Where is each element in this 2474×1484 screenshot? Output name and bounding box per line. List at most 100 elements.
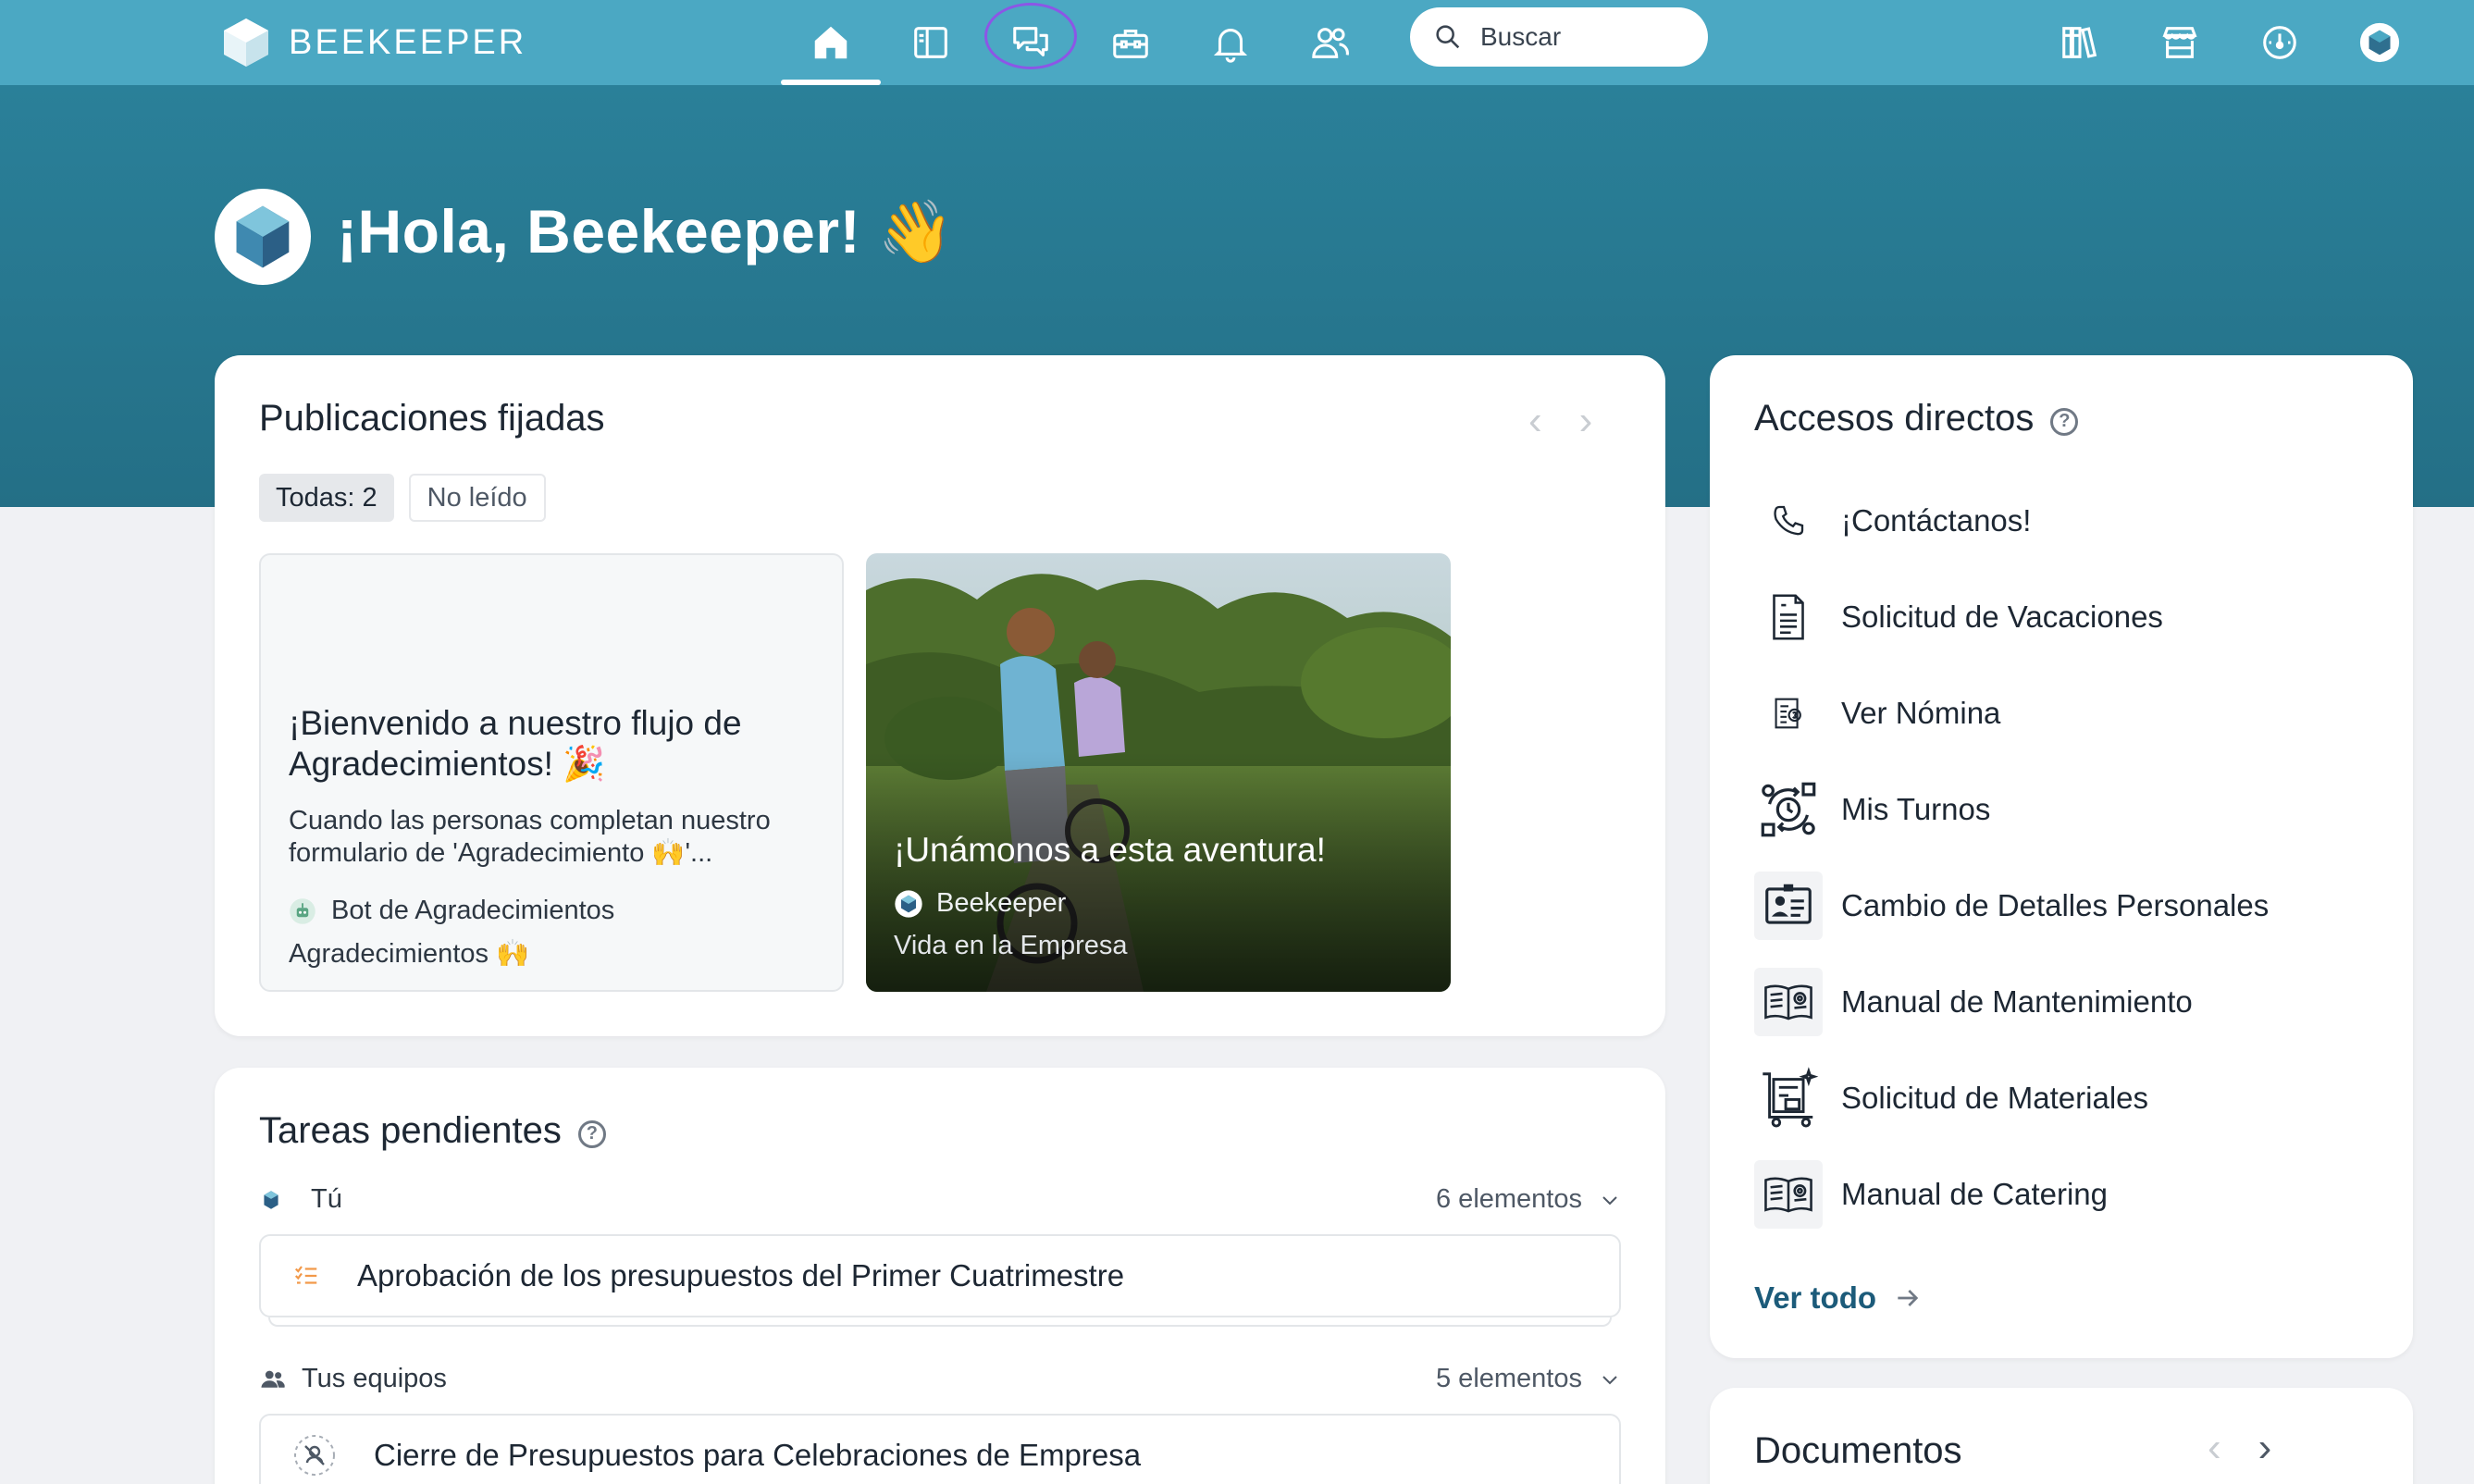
shortcut-label: ¡Contáctanos! [1841, 503, 2032, 538]
pending-tasks-title: Tareas pendientes? [259, 1110, 606, 1152]
see-all-label: Ver todo [1754, 1280, 1877, 1315]
shortcut-personal-details[interactable]: Cambio de Detalles Personales [1754, 872, 2269, 940]
dashboard-icon[interactable] [2246, 9, 2313, 76]
library-icon[interactable] [2047, 9, 2113, 76]
people-icon[interactable] [1297, 9, 1364, 76]
task-item[interactable]: Cierre de Presupuestos para Celebracione… [259, 1414, 1621, 1484]
post-author-name: Bot de Agradecimientos [331, 896, 615, 925]
task-group-count[interactable]: 5 elementos [1436, 1364, 1621, 1394]
home-icon[interactable] [798, 9, 864, 76]
filter-all-chip[interactable]: Todas: 2 [259, 474, 394, 522]
chevron-down-icon [1602, 1195, 1617, 1205]
shortcut-payslip[interactable]: Ver Nómina [1754, 679, 2000, 748]
chevron-right-icon[interactable]: › [1579, 398, 1593, 444]
post-author: Bot de Agradecimientos [289, 896, 614, 926]
shortcut-label: Solicitud de Vacaciones [1841, 600, 2163, 634]
documents-title: Documentos [1754, 1430, 1962, 1471]
top-navigation-bar: BEEKEEPER [0, 0, 2474, 85]
document-icon [1754, 583, 1823, 651]
team-icon [261, 1370, 285, 1388]
shortcut-label: Mis Turnos [1841, 792, 1991, 826]
chevron-right-icon[interactable]: › [2258, 1425, 2272, 1471]
post-excerpt: Cuando las personas completan nuestro fo… [289, 806, 771, 868]
manual-icon [1754, 1160, 1823, 1229]
help-icon[interactable]: ? [2050, 407, 2079, 436]
brand-name: BEEKEEPER [289, 22, 527, 62]
pinned-post-card[interactable]: ¡Unámonos a esta aventura! Beekeeper Vid… [866, 553, 1451, 992]
task-group-header[interactable]: Tus equipos 5 elementos [259, 1364, 1621, 1394]
task-title: Aprobación de los presupuestos del Prime… [357, 1258, 1125, 1292]
shortcut-label: Manual de Mantenimiento [1841, 984, 2193, 1019]
pinned-post-card[interactable]: ¡Bienvenido a nuestro flujo de Agradecim… [259, 553, 844, 992]
pending-tasks-card: Tareas pendientes? Tú 6 elementos Aproba… [215, 1068, 1665, 1484]
beekeeper-avatar-icon [895, 889, 922, 918]
search-icon [1436, 25, 1460, 49]
shortcuts-title-text: Accesos directos [1754, 398, 2035, 439]
pinned-posts-card: Publicaciones fijadas ‹ › Todas: 2 No le… [215, 355, 1665, 1036]
shortcut-contact[interactable]: ¡Contáctanos! [1754, 487, 2031, 555]
task-stack-edge [268, 1317, 1612, 1327]
sidebar-icon[interactable] [897, 9, 964, 76]
shortcut-catering-manual[interactable]: Manual de Catering [1754, 1160, 2108, 1229]
shortcut-label: Solicitud de Materiales [1841, 1081, 2148, 1115]
pending-tasks-title-text: Tareas pendientes [259, 1110, 562, 1151]
unassigned-user-icon [294, 1435, 335, 1476]
task-item[interactable]: Aprobación de los presupuestos del Prime… [259, 1234, 1621, 1317]
avatar[interactable] [2346, 9, 2413, 76]
search-box[interactable] [1410, 7, 1708, 67]
post-group: Agradecimientos 🙌 [289, 939, 530, 969]
documents-pager: ‹ › [2208, 1425, 2271, 1471]
toolbox-icon[interactable] [1097, 9, 1164, 76]
shortcut-vacation-request[interactable]: Solicitud de Vacaciones [1754, 583, 2163, 651]
company-avatar [215, 189, 311, 285]
task-group-count-text: 5 elementos [1436, 1364, 1582, 1393]
chat-icon[interactable] [997, 9, 1064, 76]
shortcut-maintenance-manual[interactable]: Manual de Mantenimiento [1754, 968, 2193, 1036]
task-group-header[interactable]: Tú 6 elementos [259, 1184, 1621, 1215]
shortcut-label: Cambio de Detalles Personales [1841, 888, 2270, 922]
greeting-heading: ¡Hola, Beekeeper! 👋 [337, 197, 955, 266]
shortcut-shifts[interactable]: Mis Turnos [1754, 775, 1990, 844]
chevron-left-icon[interactable]: ‹ [2208, 1425, 2221, 1471]
arrow-right-icon [1898, 1290, 1919, 1306]
shifts-icon [1754, 775, 1823, 844]
phone-icon [1754, 487, 1823, 555]
filter-unread-chip[interactable]: No leído [408, 474, 546, 522]
shortcuts-card: Accesos directos? ¡Contáctanos! Solicitu… [1710, 355, 2413, 1358]
shortcut-label: Ver Nómina [1841, 696, 2001, 730]
beekeeper-logo-icon [224, 19, 268, 67]
bot-avatar-icon [290, 897, 315, 924]
post-group: Vida en la Empresa [894, 931, 1128, 960]
pinned-posts-title: Publicaciones fijadas [259, 398, 605, 439]
see-all-link[interactable]: Ver todo [1754, 1280, 1923, 1316]
payslip-icon [1754, 679, 1823, 748]
checklist-icon [294, 1266, 317, 1284]
task-group-label: Tus equipos [302, 1364, 447, 1393]
bell-icon[interactable] [1197, 9, 1264, 76]
shortcut-label: Manual de Catering [1841, 1177, 2109, 1211]
post-author-name: Beekeeper [936, 888, 1067, 918]
chevron-down-icon [1602, 1375, 1617, 1384]
documents-card: Documentos ‹ › [1710, 1388, 2413, 1484]
shortcuts-title: Accesos directos? [1754, 398, 2079, 439]
help-icon[interactable]: ? [577, 1119, 606, 1148]
id-card-icon [1754, 872, 1823, 940]
post-title: ¡Unámonos a esta aventura! [894, 831, 1326, 869]
brand[interactable]: BEEKEEPER [222, 11, 526, 74]
task-title: Cierre de Presupuestos para Celebracione… [374, 1438, 1142, 1472]
materials-icon [1754, 1064, 1823, 1132]
task-group-count-text: 6 elementos [1436, 1184, 1582, 1214]
pinned-filters: Todas: 2 No leído [259, 474, 546, 522]
post-author: Beekeeper [894, 888, 1066, 919]
task-group-count[interactable]: 6 elementos [1436, 1184, 1621, 1215]
task-group-label: Tú [311, 1184, 342, 1214]
store-icon[interactable] [2146, 9, 2213, 76]
chevron-left-icon[interactable]: ‹ [1528, 398, 1542, 444]
post-title: ¡Bienvenido a nuestro flujo de Agradecim… [289, 704, 742, 783]
shortcut-materials-request[interactable]: Solicitud de Materiales [1754, 1064, 2148, 1132]
manual-icon [1754, 968, 1823, 1036]
beekeeper-logo-icon [236, 205, 290, 268]
search-input[interactable] [1480, 22, 1684, 52]
pinned-pager: ‹ › [1528, 398, 1592, 444]
beekeeper-small-icon [264, 1190, 278, 1209]
